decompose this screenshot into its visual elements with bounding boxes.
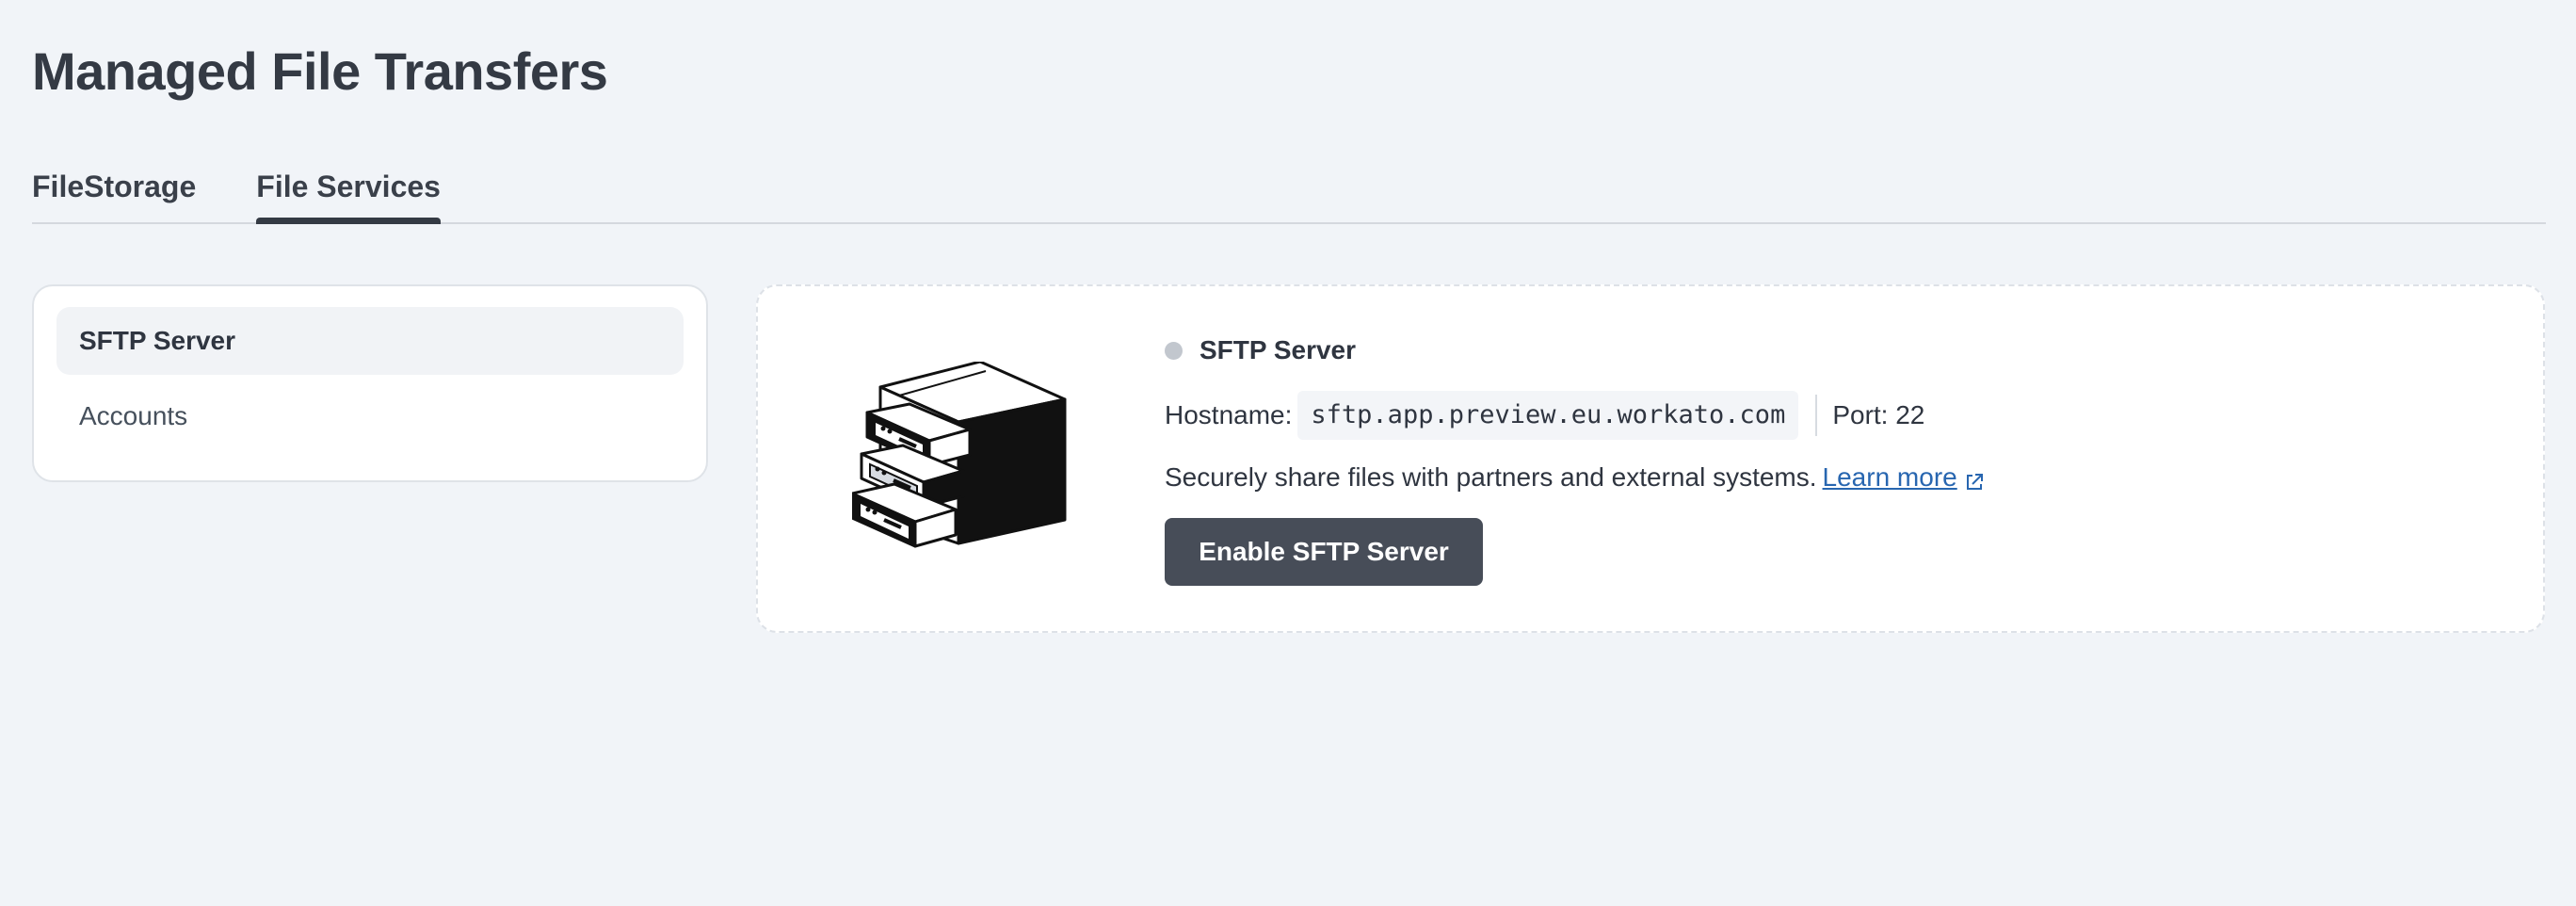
sftp-server-info: SFTP Server Hostname: sftp.app.preview.e… <box>1165 330 1984 586</box>
tab-filestorage[interactable]: FileStorage <box>32 160 196 222</box>
server-status-title: SFTP Server <box>1199 335 1357 364</box>
status-dot-icon <box>1165 341 1183 360</box>
sidebar-item-accounts[interactable]: Accounts <box>56 382 684 450</box>
external-link-icon[interactable] <box>1965 468 1984 490</box>
port-label: Port: 22 <box>1832 400 1925 429</box>
managed-file-transfers-page: Managed File Transfers FileStorage File … <box>0 0 2576 906</box>
hostname-row: Hostname: sftp.app.preview.eu.workato.co… <box>1165 390 1984 441</box>
tab-file-services[interactable]: File Services <box>256 160 441 224</box>
hostname-value: sftp.app.preview.eu.workato.com <box>1297 391 1799 440</box>
enable-sftp-server-button[interactable]: Enable SFTP Server <box>1165 518 1483 586</box>
tab-bar: FileStorage File Services <box>32 160 2546 224</box>
hostname-port-divider <box>1815 395 1818 436</box>
file-services-sidebar: SFTP Server Accounts <box>32 284 708 482</box>
hostname-label: Hostname: <box>1165 400 1293 429</box>
sidebar-item-sftp-server[interactable]: SFTP Server <box>56 307 684 375</box>
server-status-row: SFTP Server <box>1165 330 1984 371</box>
file-cabinet-server-icon <box>850 360 1078 561</box>
sftp-description-row: Securely share files with partners and e… <box>1165 450 1984 505</box>
sftp-description: Securely share files with partners and e… <box>1165 462 1817 492</box>
sftp-server-panel: SFTP Server Hostname: sftp.app.preview.e… <box>756 284 2545 633</box>
learn-more-link[interactable]: Learn more <box>1823 462 1957 493</box>
page-title: Managed File Transfers <box>32 41 608 101</box>
